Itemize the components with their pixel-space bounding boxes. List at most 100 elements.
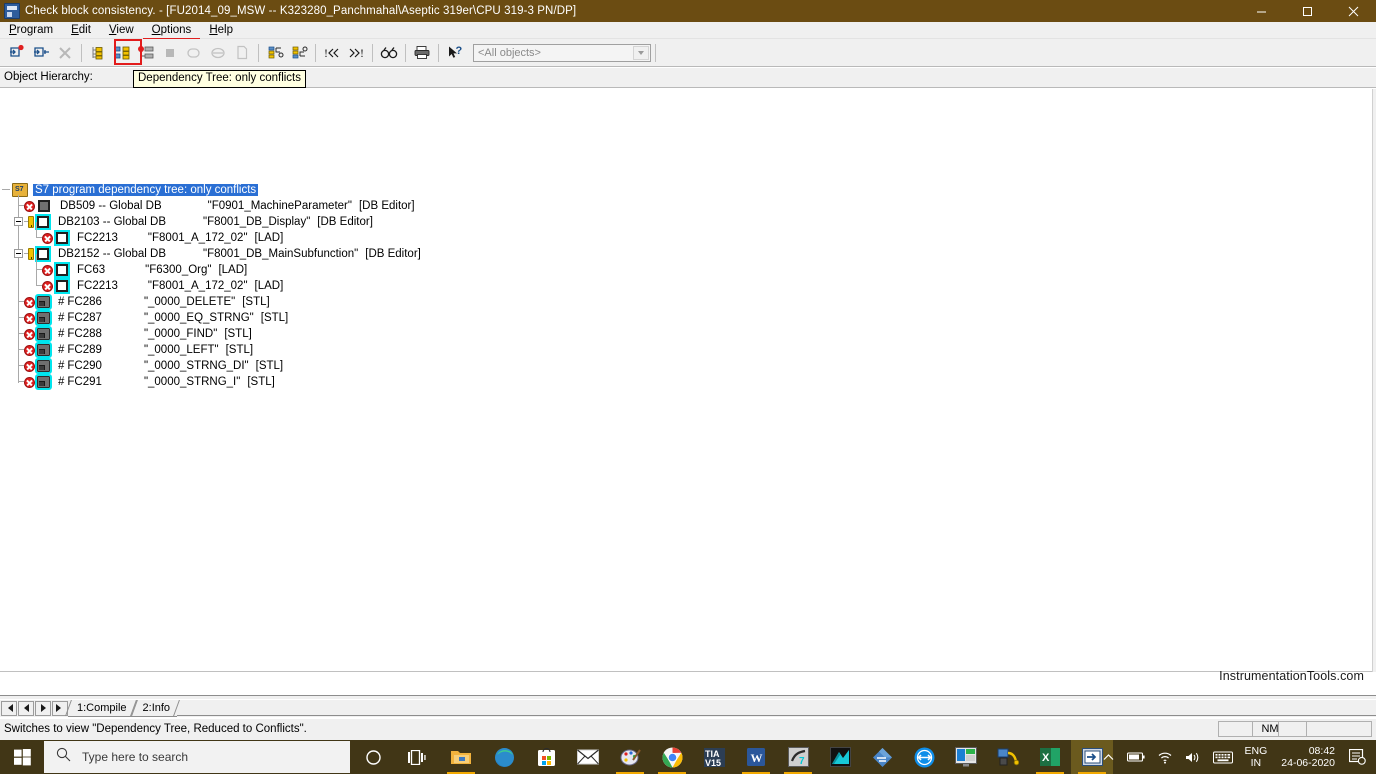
chevron-down-icon[interactable] — [633, 45, 649, 60]
warning-icon — [28, 248, 34, 260]
menu-help[interactable]: Help — [200, 22, 242, 39]
paint-icon[interactable] — [609, 740, 651, 774]
s7-prosave-icon[interactable] — [987, 740, 1029, 774]
file-explorer-icon[interactable] — [440, 740, 482, 774]
clock-time: 08:42 — [1308, 745, 1335, 757]
tree-node-name: FC2213 — [77, 232, 118, 244]
dependency-tree-panel[interactable]: S7 program dependency tree: only conflic… — [0, 89, 1376, 672]
tree-node-name: FC288 — [67, 328, 102, 340]
minimize-button[interactable] — [1238, 0, 1284, 22]
tree-node-symbol: "F8001_DB_MainSubfunction" — [203, 248, 359, 260]
tree-node-symbol: "_0000_DELETE" — [143, 296, 236, 308]
filezilla-icon[interactable] — [861, 740, 903, 774]
tree-node-db509[interactable]: DB509 -- Global DB "F0901_MachineParamet… — [18, 198, 415, 214]
tree-node-db2103[interactable]: DB2103 -- Global DB "F8001_DB_Display" [… — [18, 214, 373, 230]
cortana-circle-icon[interactable] — [352, 740, 394, 774]
tree-node-fc2213-a[interactable]: FC2213 "F8001_A_172_02" [LAD] — [36, 230, 283, 246]
print-icon[interactable] — [411, 42, 433, 64]
menu-edit[interactable]: Edit — [62, 22, 100, 39]
language-line-2: IN — [1250, 757, 1262, 769]
filter-asc-icon[interactable] — [264, 42, 286, 64]
microsoft-excel-icon[interactable]: X — [1029, 740, 1071, 774]
tree-node-language: [STL] — [225, 344, 254, 356]
tree-node-fc286[interactable]: # FC286 "_0000_DELETE" [STL] — [18, 294, 270, 310]
menu-program-rest: rogram — [16, 23, 54, 36]
tree-node-fc291[interactable]: # FC291 "_0000_STRNG_I" [STL] — [18, 374, 275, 390]
battery-icon[interactable] — [1126, 751, 1145, 763]
svg-text:V15: V15 — [705, 758, 721, 767]
tree-node-fc63[interactable]: FC63 "F6300_Org" [LAD] — [36, 262, 247, 278]
object-filter-combo[interactable]: <All objects> — [473, 43, 651, 62]
wifi-icon[interactable] — [1157, 751, 1173, 764]
clock[interactable]: 08:42 24-06-2020 — [1281, 745, 1335, 769]
speaker-icon[interactable] — [1185, 751, 1201, 764]
error-icon — [42, 264, 53, 276]
tree-node-symbol: "F6300_Org" — [145, 264, 212, 276]
toolbar-separator-2 — [258, 43, 259, 62]
microsoft-store-icon[interactable] — [525, 740, 567, 774]
error-icon — [24, 344, 35, 356]
tree-node-fc288[interactable]: # FC288 "_0000_FIND" [STL] — [18, 326, 252, 342]
google-chrome-icon[interactable] — [651, 740, 693, 774]
context-help-icon[interactable]: ? — [444, 42, 466, 64]
tree-node-fc290[interactable]: # FC290 "_0000_STRNG_DI" [STL] — [18, 358, 283, 374]
action-center-icon[interactable] — [1349, 749, 1366, 765]
simatic-manager-icon[interactable]: 7 — [777, 740, 819, 774]
next-error-icon[interactable]: ! — [345, 42, 367, 64]
first-error-icon[interactable]: ! — [321, 42, 343, 64]
compile-all-icon[interactable] — [30, 42, 52, 64]
tab-info[interactable]: 2:Info — [133, 700, 178, 717]
tree-node-prefix: # — [58, 328, 65, 340]
dependency-tree-icon[interactable] — [111, 42, 133, 64]
tree-node-language: [LAD] — [218, 264, 248, 276]
task-view-icon[interactable] — [395, 740, 437, 774]
window-title-bar[interactable]: Check block consistency. - [FU2014_09_MS… — [0, 0, 1376, 22]
next-tab-icon[interactable] — [35, 700, 51, 716]
microsoft-edge-icon[interactable] — [483, 740, 525, 774]
tree-node-fc2213-b[interactable]: FC2213 "F8001_A_172_02" [LAD] — [36, 278, 283, 294]
watermark-text: InstrumentationTools.com — [1219, 669, 1364, 683]
status-indicator-4 — [1306, 721, 1372, 737]
show-hidden-icons-icon[interactable] — [1102, 751, 1115, 764]
simatic-hmi-icon[interactable] — [945, 740, 987, 774]
microsoft-word-icon[interactable]: W — [735, 740, 777, 774]
menu-program[interactable]: Program — [0, 22, 62, 39]
dependency-tree-conflicts-icon[interactable] — [135, 42, 157, 64]
fc-block-icon — [35, 374, 52, 390]
filter-desc-icon[interactable] — [288, 42, 310, 64]
tree-node-db2152[interactable]: DB2152 -- Global DB "F8001_DB_MainSubfun… — [18, 246, 421, 262]
error-icon — [24, 360, 35, 372]
touch-keyboard-icon[interactable] — [1212, 751, 1233, 764]
menu-options[interactable]: Options — [142, 22, 201, 40]
main-toolbar: ! ! ? <All objects> — [0, 39, 1376, 67]
toolbar-separator-6 — [438, 43, 439, 62]
object-hierarchy-icon[interactable] — [87, 42, 109, 64]
windows-start-icon[interactable] — [0, 740, 44, 774]
search-icon — [56, 747, 71, 767]
wincc-flexible-icon[interactable] — [819, 740, 861, 774]
language-indicator[interactable]: ENG IN — [1245, 745, 1268, 769]
tree-node-name: FC290 — [67, 360, 102, 372]
tree-node-language: [STL] — [255, 360, 284, 372]
no-entry-icon — [207, 42, 229, 64]
tree-node-fc287[interactable]: # FC287 "_0000_EQ_STRNG" [STL] — [18, 310, 288, 326]
teamviewer-icon[interactable] — [903, 740, 945, 774]
ellipse-icon — [183, 42, 205, 64]
tree-root-label: S7 program dependency tree: only conflic… — [33, 184, 259, 196]
search-input[interactable]: Type here to search — [44, 741, 350, 773]
tree-node-fc289[interactable]: # FC289 "_0000_LEFT" [STL] — [18, 342, 253, 358]
close-button[interactable] — [1330, 0, 1376, 22]
tree-root-node[interactable]: S7 program dependency tree: only conflic… — [12, 182, 259, 198]
prev-tab-icon[interactable] — [18, 700, 34, 716]
compile-changes-icon[interactable] — [6, 42, 28, 64]
find-icon[interactable] — [378, 42, 400, 64]
tree-node-prefix: # — [58, 360, 65, 372]
tia-portal-v15-icon[interactable]: TIA V15 — [693, 740, 735, 774]
first-tab-icon[interactable] — [1, 700, 17, 716]
menu-view[interactable]: View — [100, 22, 143, 39]
error-icon — [24, 312, 35, 324]
tab-compile[interactable]: 1:Compile — [68, 700, 134, 717]
tree-panel-scroll-gutter[interactable] — [1372, 89, 1376, 672]
mail-icon[interactable] — [567, 740, 609, 774]
maximize-button[interactable] — [1284, 0, 1330, 22]
